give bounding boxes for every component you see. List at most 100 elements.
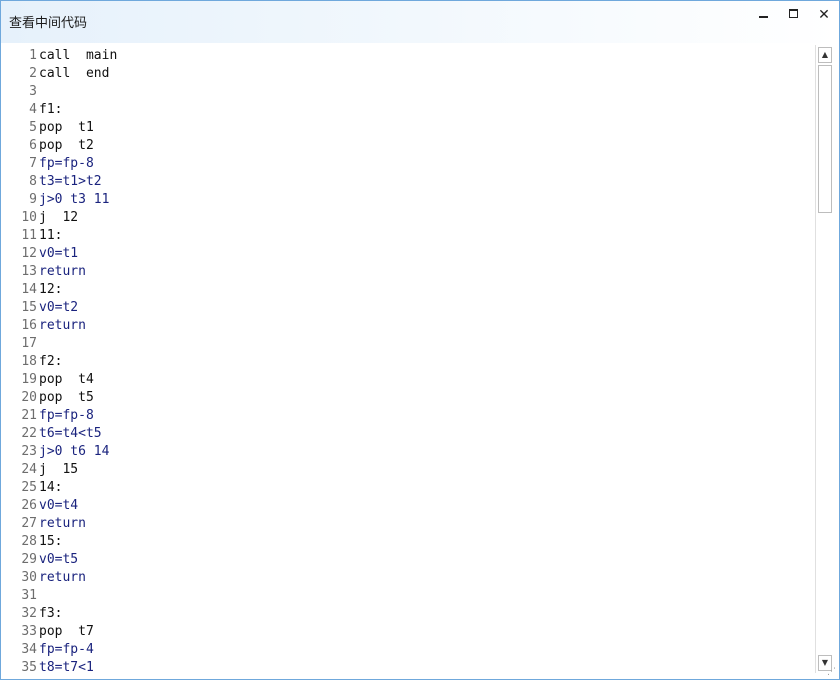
line-text: fp=fp-8: [39, 156, 94, 171]
line-text: pop t2: [39, 138, 94, 153]
code-line[interactable]: 30 return: [13, 569, 813, 587]
line-text: pop t1: [39, 120, 94, 135]
scroll-up-icon[interactable]: ▲: [818, 47, 832, 63]
line-number: 35: [21, 660, 37, 673]
line-number: 24: [21, 462, 37, 477]
line-text: pop t5: [39, 390, 94, 405]
code-line[interactable]: 32 f3:: [13, 605, 813, 623]
line-number: 13: [21, 264, 37, 279]
code-line[interactable]: 5 pop t1: [13, 119, 813, 137]
code-line[interactable]: 34 fp=fp-4: [13, 641, 813, 659]
line-number: 17: [21, 336, 37, 351]
code-line[interactable]: 31: [13, 587, 813, 605]
code-line[interactable]: 24 j 15: [13, 461, 813, 479]
code-line[interactable]: 22 t6=t4<t5: [13, 425, 813, 443]
code-line[interactable]: 25 14:: [13, 479, 813, 497]
close-icon: ✕: [818, 7, 830, 23]
vertical-scrollbar[interactable]: ▲ ▼: [815, 45, 833, 673]
line-number: 4: [29, 102, 37, 117]
code-line[interactable]: 17: [13, 335, 813, 353]
line-number: 14: [21, 282, 37, 297]
resize-grip-icon[interactable]: ⋰: [827, 667, 837, 677]
line-number: 7: [29, 156, 37, 171]
line-text: call main: [39, 48, 118, 63]
code-line[interactable]: 11 11:: [13, 227, 813, 245]
code-line[interactable]: 7 fp=fp-8: [13, 155, 813, 173]
code-line[interactable]: 33 pop t7: [13, 623, 813, 641]
line-text: f1:: [39, 102, 63, 117]
line-text: 12:: [39, 282, 63, 297]
minimize-button[interactable]: [753, 5, 775, 23]
line-text: pop t7: [39, 624, 94, 639]
code-line[interactable]: 9 j>0 t3 11: [13, 191, 813, 209]
line-text: j 15: [39, 462, 79, 477]
line-number: 19: [21, 372, 37, 387]
window-title: 查看中间代码: [9, 15, 88, 30]
line-number: 25: [21, 480, 37, 495]
code-line[interactable]: 3: [13, 83, 813, 101]
line-number: 2: [29, 66, 37, 81]
code-line[interactable]: 12 v0=t1: [13, 245, 813, 263]
line-number: 32: [21, 606, 37, 621]
code-line[interactable]: 15 v0=t2: [13, 299, 813, 317]
scroll-thumb[interactable]: [818, 65, 832, 213]
code-line[interactable]: 28 15:: [13, 533, 813, 551]
line-text: j 12: [39, 210, 79, 225]
code-line[interactable]: 29 v0=t5: [13, 551, 813, 569]
code-line[interactable]: 8 t3=t1>t2: [13, 173, 813, 191]
line-text: return: [39, 264, 86, 279]
code-line[interactable]: 23 j>0 t6 14: [13, 443, 813, 461]
code-line[interactable]: 26 v0=t4: [13, 497, 813, 515]
line-number: 23: [21, 444, 37, 459]
code-line[interactable]: 18 f2:: [13, 353, 813, 371]
code-line[interactable]: 19 pop t4: [13, 371, 813, 389]
line-text: j>0 t6 14: [39, 444, 110, 459]
code-editor[interactable]: 1 call main 2 call end 3 4 f1: 5 pop t1 6 pop t2 7 f…: [13, 45, 833, 673]
line-text: return: [39, 570, 86, 585]
line-number: 26: [21, 498, 37, 513]
code-viewer-window: 查看中间代码 ✕ 1 call main 2 call end 3 4 f1: 5 pop t1…: [0, 0, 840, 680]
line-text: t6=t4<t5: [39, 426, 102, 441]
line-number: 3: [29, 84, 37, 99]
line-text: 11:: [39, 228, 63, 243]
line-number: 1: [29, 48, 37, 63]
line-number: 28: [21, 534, 37, 549]
code-line[interactable]: 2 call end: [13, 65, 813, 83]
line-number: 15: [21, 300, 37, 315]
code-line[interactable]: 21 fp=fp-8: [13, 407, 813, 425]
maximize-button[interactable]: [783, 5, 805, 23]
code-line[interactable]: 14 12:: [13, 281, 813, 299]
code-line[interactable]: 16 return: [13, 317, 813, 335]
line-number: 31: [21, 588, 37, 603]
line-text: v0=t1: [39, 246, 79, 261]
line-text: t3=t1>t2: [39, 174, 102, 189]
line-number: 11: [21, 228, 37, 243]
line-text: f3:: [39, 606, 63, 621]
line-text: j>0 t3 11: [39, 192, 110, 207]
close-button[interactable]: ✕: [813, 5, 835, 23]
line-text: return: [39, 318, 86, 333]
line-number: 12: [21, 246, 37, 261]
code-line[interactable]: 6 pop t2: [13, 137, 813, 155]
title-bar[interactable]: 查看中间代码 ✕: [1, 1, 839, 43]
code-line[interactable]: 35 t8=t7<1: [13, 659, 813, 673]
line-number: 29: [21, 552, 37, 567]
code-area[interactable]: 1 call main 2 call end 3 4 f1: 5 pop t1 6 pop t2 7 f…: [13, 47, 813, 673]
line-text: pop t4: [39, 372, 94, 387]
code-line[interactable]: 27 return: [13, 515, 813, 533]
line-text: 15:: [39, 534, 63, 549]
line-text: call end: [39, 66, 110, 81]
code-line[interactable]: 20 pop t5: [13, 389, 813, 407]
line-text: f2:: [39, 354, 63, 369]
code-line[interactable]: 13 return: [13, 263, 813, 281]
line-number: 6: [29, 138, 37, 153]
line-number: 16: [21, 318, 37, 333]
line-text: fp=fp-8: [39, 408, 94, 423]
code-line[interactable]: 1 call main: [13, 47, 813, 65]
line-text: v0=t2: [39, 300, 79, 315]
code-line[interactable]: 4 f1:: [13, 101, 813, 119]
line-text: t8=t7<1: [39, 660, 94, 673]
code-line[interactable]: 10 j 12: [13, 209, 813, 227]
line-text: v0=t5: [39, 552, 79, 567]
line-text: 14:: [39, 480, 63, 495]
